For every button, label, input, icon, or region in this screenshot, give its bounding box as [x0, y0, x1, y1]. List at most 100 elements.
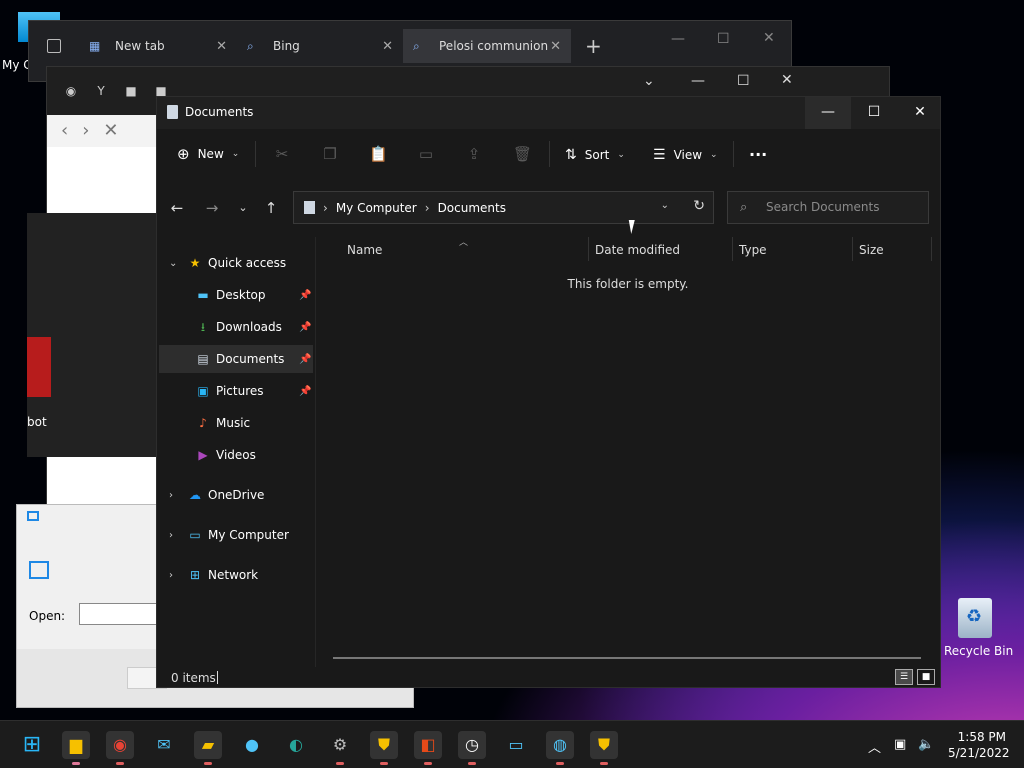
horizontal-scrollbar[interactable]	[333, 657, 921, 659]
chrome-taskbar-icon[interactable]: ◉	[106, 731, 134, 765]
sidebar-item-desktop[interactable]: ▬ Desktop 📌	[159, 281, 313, 309]
new-tab-plus-icon[interactable]: +	[585, 34, 602, 58]
minimize-icon[interactable]: —	[691, 73, 705, 89]
file-list[interactable]: ︿ Name Date modified Type Size This fold…	[317, 237, 939, 657]
close-icon[interactable]: ✕	[763, 30, 775, 46]
tab-actions-icon[interactable]	[47, 39, 61, 53]
security-shield-icon[interactable]: ⛊	[370, 731, 398, 765]
sidebar-item-label: Music	[216, 416, 251, 430]
share-icon[interactable]: ⇪	[465, 145, 483, 163]
system-clock[interactable]: 1:58 PM 5/21/2022	[948, 729, 1010, 761]
paste-icon[interactable]: 📋	[369, 145, 388, 163]
active-indicator	[600, 762, 608, 765]
sidebar-item-videos[interactable]: ▶ Videos	[159, 441, 313, 469]
expand-chevron-icon[interactable]: ›	[169, 530, 173, 541]
close-tab-icon[interactable]: ✕	[216, 39, 227, 54]
remote-desktop-icon[interactable]: ▭	[502, 731, 530, 759]
sidebar-item-documents[interactable]: ▤ Documents 📌	[159, 345, 313, 373]
maximize-icon[interactable]: ☐	[717, 31, 730, 47]
start-windows-icon[interactable]: ⊞	[18, 731, 46, 759]
breadcrumb-documents[interactable]: Documents	[438, 201, 506, 215]
security-shield-icon[interactable]: ⛊	[590, 731, 618, 765]
maximize-button[interactable]: ☐	[851, 97, 897, 129]
tab-new-tab[interactable]: ▦ New tab ✕	[79, 29, 237, 63]
back-arrow-icon[interactable]: ←	[167, 199, 187, 217]
copy-icon[interactable]: ❐	[321, 145, 339, 163]
sidebar-item-pictures[interactable]: ▣ Pictures 📌	[159, 377, 313, 405]
up-arrow-icon[interactable]: ↑	[261, 199, 281, 217]
microsoft-icon[interactable]: ■	[123, 83, 139, 99]
close-tab-icon[interactable]: ✕	[550, 39, 561, 54]
recent-locations-chevron-icon[interactable]: ⌄	[233, 201, 253, 214]
video-icon: ▶	[198, 448, 208, 462]
column-header-name[interactable]: Name	[347, 243, 382, 257]
column-header-size[interactable]: Size	[859, 243, 884, 257]
cut-icon[interactable]: ✂	[273, 145, 291, 163]
address-bar[interactable]: › My Computer › Documents ⌄ ↻	[293, 191, 714, 224]
pane-splitter[interactable]	[315, 237, 316, 667]
globe-network-icon[interactable]: ◍	[546, 731, 574, 765]
column-header-type[interactable]: Type	[739, 243, 767, 257]
sidebar-item-network[interactable]: › ⊞ Network	[159, 561, 313, 589]
column-header-date-modified[interactable]: Date modified	[595, 243, 680, 257]
sidebar-item-my-computer[interactable]: › ▭ My Computer	[159, 521, 313, 549]
tab-pelosi-communion[interactable]: ⌕ Pelosi communion ✕	[403, 29, 571, 63]
view-label: View	[673, 148, 703, 162]
rename-icon[interactable]: ▭	[417, 145, 435, 163]
settings-gear-icon[interactable]: ⚙	[326, 731, 354, 765]
more-options-button[interactable]: ···	[749, 145, 767, 164]
close-tab-icon[interactable]: ✕	[382, 39, 393, 54]
chrome-icon[interactable]: ◉	[63, 83, 79, 99]
column-divider[interactable]	[732, 237, 733, 261]
search-input[interactable]	[766, 200, 916, 214]
sidebar-item-downloads[interactable]: ⭳ Downloads 📌	[159, 313, 313, 341]
new-button[interactable]: ⊕ New ⌄	[177, 145, 239, 163]
clock-app-icon[interactable]: ◷	[458, 731, 486, 765]
expand-chevron-icon[interactable]: ⌄	[169, 258, 177, 269]
sort-button[interactable]: ⇅ Sort ⌄	[565, 147, 625, 163]
refresh-icon[interactable]: ↻	[693, 198, 705, 214]
nav-arrows[interactable]: ‹›✕	[47, 115, 157, 147]
pin-icon[interactable]: 📌	[299, 322, 311, 333]
network-status-icon[interactable]: ▣	[894, 737, 906, 752]
breadcrumb-my-computer[interactable]: My Computer	[336, 201, 417, 215]
large-icons-view-icon[interactable]: ■	[917, 669, 935, 685]
sidebar-item-music[interactable]: ♪ Music	[159, 409, 313, 437]
file-explorer-taskbar-icon[interactable]: ▆	[62, 731, 90, 765]
expand-chevron-icon[interactable]: ›	[169, 570, 173, 581]
sidebar-item-onedrive[interactable]: › ☁ OneDrive	[159, 481, 313, 509]
column-divider[interactable]	[852, 237, 853, 261]
tab-list-chevron-icon[interactable]: ⌄	[643, 73, 655, 89]
maximize-icon[interactable]: ☐	[737, 73, 750, 89]
pin-icon[interactable]: 📌	[299, 290, 311, 301]
search-box[interactable]: ⌕	[727, 191, 929, 224]
column-divider[interactable]	[588, 237, 589, 261]
open-input[interactable]	[79, 603, 159, 625]
show-hidden-icons-chevron-icon[interactable]: ︿	[868, 737, 881, 756]
office-taskbar-icon[interactable]: ◧	[414, 731, 442, 765]
title-bar[interactable]: Documents — ☐ ✕	[157, 97, 940, 129]
delete-icon[interactable]: 🗑	[513, 145, 532, 163]
pin-icon[interactable]: 📌	[299, 354, 311, 365]
tips-lightbulb-icon[interactable]: ●	[238, 731, 266, 759]
view-button[interactable]: ☰ View ⌄	[653, 147, 718, 163]
recycle-bin-icon[interactable]: Recycle Bin	[944, 596, 1013, 662]
minimize-button[interactable]: —	[805, 97, 851, 129]
minimize-icon[interactable]: —	[671, 31, 685, 47]
close-icon[interactable]: ✕	[781, 72, 793, 88]
yahoo-icon[interactable]: Y	[93, 83, 109, 99]
sidebar-item-quick-access[interactable]: ⌄ ★ Quick access	[159, 249, 313, 277]
expand-chevron-icon[interactable]: ›	[169, 490, 173, 501]
volume-icon[interactable]: 🔈	[918, 737, 934, 752]
edge-taskbar-icon[interactable]: ◐	[282, 731, 310, 759]
mail-taskbar-icon[interactable]: ✉	[150, 731, 178, 759]
tab-bing[interactable]: ⌕ Bing ✕	[237, 29, 403, 63]
address-dropdown-chevron-icon[interactable]: ⌄	[661, 200, 669, 211]
pin-icon[interactable]: 📌	[299, 386, 311, 397]
column-divider[interactable]	[931, 237, 932, 261]
close-button[interactable]: ✕	[897, 97, 943, 129]
forward-arrow-icon[interactable]: →	[202, 199, 222, 217]
file-taskbar-icon[interactable]: ▰	[194, 731, 222, 765]
file-explorer-window[interactable]: Documents — ☐ ✕ ⊕ New ⌄ ✂ ❐ 📋 ▭ ⇪ 🗑 ⇅ So…	[156, 96, 941, 688]
details-view-icon[interactable]: ☰	[895, 669, 913, 685]
